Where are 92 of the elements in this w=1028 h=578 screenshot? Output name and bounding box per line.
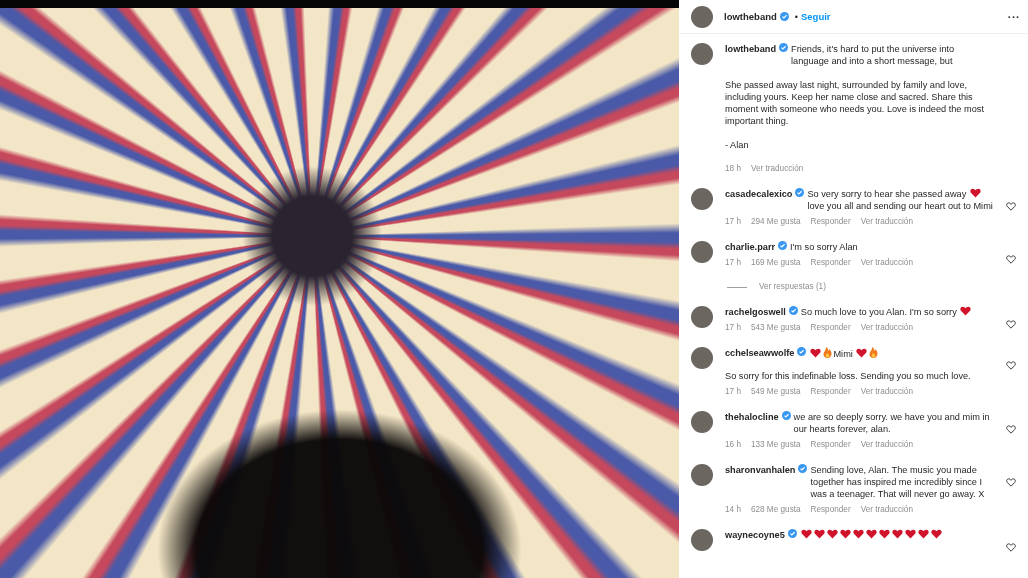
heart-emoji-icon: [917, 529, 929, 539]
heart-emoji-icon: [813, 529, 825, 539]
like-heart-icon[interactable]: [1006, 255, 1016, 264]
avatar[interactable]: [691, 188, 713, 210]
username[interactable]: casadecalexico: [725, 188, 793, 200]
verified-icon: [778, 241, 788, 250]
comment-text: So sorry for this indefinable loss. Sending you so much love.: [725, 370, 972, 382]
heart-emoji-icon: [969, 188, 981, 198]
comment-text: we are so deeply sorry. we have you and mim in our hearts forever, alan.: [793, 412, 990, 434]
comment-text: I'm so sorry Alan: [790, 242, 858, 252]
heart-emoji-icon: [930, 529, 942, 539]
like-heart-icon[interactable]: [1006, 543, 1016, 552]
comment-text: Sending love, Alan. The music you made together has inspired me incredibly since I was a teenager. That will never go away. X: [810, 465, 985, 499]
verified-icon: [788, 306, 798, 315]
avatar[interactable]: [691, 43, 713, 65]
username[interactable]: waynecoyne5: [725, 529, 785, 541]
likes-link[interactable]: 543 Me gusta: [750, 322, 801, 334]
avatar[interactable]: [691, 241, 713, 263]
likes-link[interactable]: 628 Me gusta: [750, 504, 801, 516]
translate-link[interactable]: Ver traducción: [860, 439, 913, 451]
fire-emoji-icon: [869, 347, 879, 358]
likes-link[interactable]: 169 Me gusta: [750, 257, 801, 269]
translate-link[interactable]: Ver traducción: [860, 504, 913, 516]
username[interactable]: rachelgoswell: [725, 306, 786, 318]
translate-link[interactable]: Ver traducción: [860, 322, 913, 334]
avatar[interactable]: [691, 529, 713, 551]
translate-link[interactable]: Ver traducción: [860, 386, 913, 398]
username[interactable]: charlie.parr: [725, 241, 776, 253]
comment-text: So much love to you Alan. I'm so sorry: [800, 307, 957, 317]
like-heart-icon[interactable]: [1006, 202, 1016, 211]
avatar[interactable]: [691, 411, 713, 433]
username[interactable]: thehalocline: [725, 411, 779, 423]
view-replies-link[interactable]: Ver respuestas (1): [759, 281, 826, 293]
separator-dot: •: [794, 10, 798, 23]
verified-icon: [797, 347, 807, 356]
like-heart-icon[interactable]: [1006, 320, 1016, 329]
translate-link[interactable]: Ver traducción: [860, 257, 913, 269]
heart-emoji-icon: [878, 529, 890, 539]
reply-link[interactable]: Responder: [810, 386, 851, 398]
username[interactable]: lowtheband: [725, 43, 777, 55]
translate-link[interactable]: Ver traducción: [750, 163, 804, 175]
verified-icon: [798, 464, 808, 473]
likes-link[interactable]: 294 Me gusta: [750, 216, 801, 228]
verified-icon: [779, 43, 789, 52]
heart-emoji-icon: [810, 348, 822, 358]
follow-link[interactable]: Seguir: [801, 10, 831, 23]
comment-text: love you all and sending our heart out to Mimi: [807, 201, 993, 211]
heart-emoji-icon: [826, 529, 838, 539]
caption-text: She passed away last night, surrounded by family and love, including yours. Keep her name close and sacred. Share this moment with someone who needs you. Love is indeed the most important thing.: [725, 79, 985, 127]
heart-emoji-icon: [960, 306, 972, 316]
heart-emoji-icon: [856, 348, 868, 358]
reply-link[interactable]: Responder: [810, 257, 851, 269]
reply-link[interactable]: Responder: [810, 216, 851, 228]
timestamp: 17 h: [725, 257, 741, 269]
avatar[interactable]: [691, 5, 713, 28]
comment-text: So very sorry to hear she passed away: [807, 189, 967, 199]
heart-emoji-icon: [852, 529, 864, 539]
heart-emoji-icon: [800, 529, 812, 539]
reply-link[interactable]: Responder: [810, 439, 851, 451]
username[interactable]: lowtheband: [724, 10, 777, 23]
timestamp: 14 h: [725, 504, 741, 516]
timestamp: 16 h: [725, 439, 741, 451]
comment-text: Mimi: [833, 349, 853, 359]
verified-icon: [779, 12, 789, 21]
avatar[interactable]: [691, 464, 713, 486]
caption-text: - Alan: [725, 139, 750, 151]
timestamp: 17 h: [725, 386, 741, 398]
heart-emoji-icon: [891, 529, 903, 539]
like-heart-icon[interactable]: [1006, 425, 1016, 434]
username[interactable]: sharonvanhalen: [725, 464, 796, 476]
more-options-button[interactable]: ...: [1007, 7, 1020, 26]
caption-text: Friends, it's hard to put the universe into language and into a short message, but: [791, 43, 956, 67]
reply-link[interactable]: Responder: [810, 322, 851, 334]
heart-emoji-icon: [865, 529, 877, 539]
heart-emoji-icon: [904, 529, 916, 539]
avatar[interactable]: [691, 347, 713, 369]
verified-icon: [795, 188, 805, 197]
verified-icon: [781, 411, 791, 420]
like-heart-icon[interactable]: [1006, 478, 1016, 487]
likes-link[interactable]: 549 Me gusta: [750, 386, 801, 398]
timestamp: 18 h: [725, 163, 741, 175]
like-heart-icon[interactable]: [1006, 361, 1016, 370]
verified-icon: [787, 529, 797, 538]
reply-link[interactable]: Responder: [810, 504, 851, 516]
heart-emoji-icon: [839, 529, 851, 539]
translate-link[interactable]: Ver traducción: [860, 216, 913, 228]
timestamp: 17 h: [725, 216, 741, 228]
likes-link[interactable]: 133 Me gusta: [750, 439, 801, 451]
fire-emoji-icon: [823, 347, 833, 358]
username[interactable]: cchelseawwolfe: [725, 347, 795, 359]
timestamp: 17 h: [725, 322, 741, 334]
avatar[interactable]: [691, 306, 713, 328]
